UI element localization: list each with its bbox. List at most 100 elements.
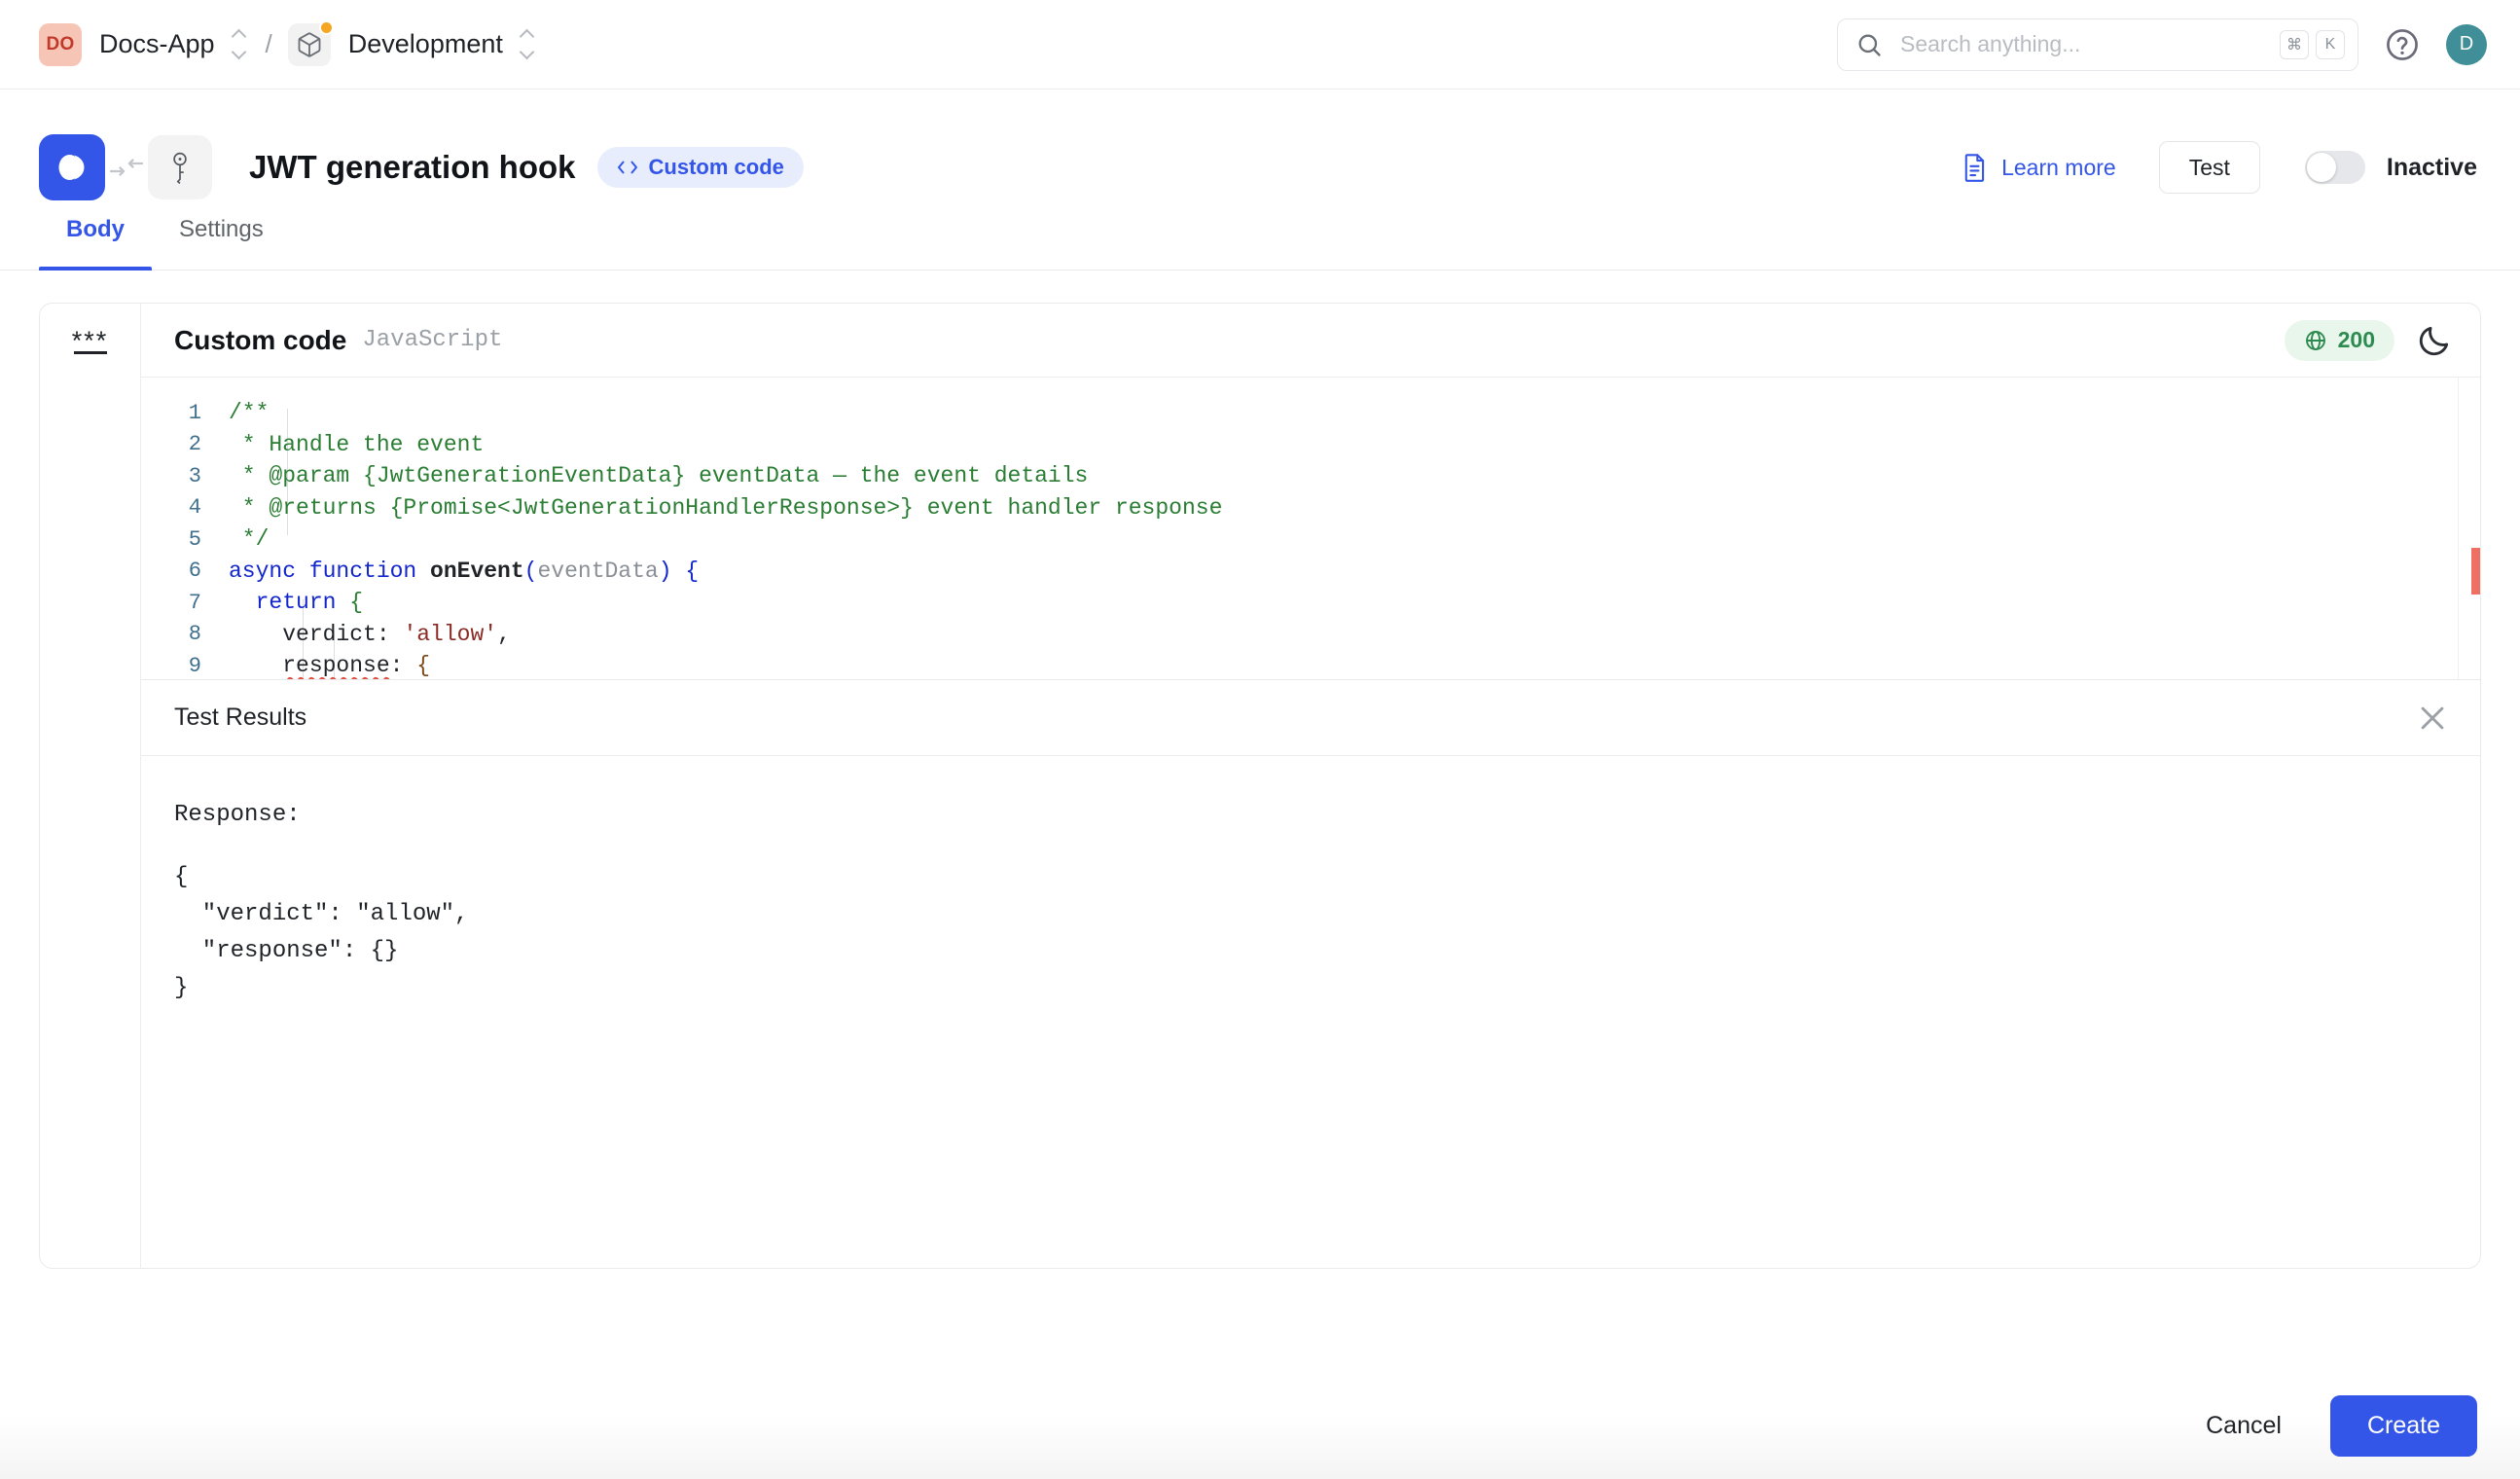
create-button[interactable]: Create (2330, 1395, 2477, 1457)
code-line-text: async function onEvent(eventData) { (229, 559, 699, 584)
line-number: 7 (141, 591, 229, 615)
dark-mode-toggle[interactable] (2416, 322, 2453, 359)
tab-settings[interactable]: Settings (152, 216, 291, 270)
document-icon (1962, 153, 1988, 182)
custom-code-card: *** Custom code JavaScript 200 (39, 303, 2481, 1269)
breadcrumb-project-name[interactable]: Development (348, 29, 503, 59)
globe-icon (2304, 329, 2327, 352)
status-code-label: 200 (2338, 327, 2375, 353)
code-block-header-actions: 200 (2285, 320, 2453, 361)
top-bar: DO Docs-App / Development ⌘ K (0, 0, 2520, 90)
page-header: JWT generation hook Custom code Learn mo… (0, 90, 2520, 195)
auth0-logo-icon (53, 148, 91, 187)
line-number: 2 (141, 432, 229, 456)
code-row: 4 * @returns {Promise<JwtGenerationHandl… (141, 492, 2480, 524)
help-circle-icon (2384, 26, 2421, 63)
line-number: 9 (141, 654, 229, 678)
project-status-dot (319, 20, 334, 35)
line-number: 1 (141, 401, 229, 425)
footer-actions: Cancel Create (0, 1372, 2520, 1479)
code-editor[interactable]: 1/** 2 * Handle the event 3 * @param {Jw… (141, 378, 2480, 679)
page-header-actions: Learn more Test Inactive (1962, 141, 2477, 194)
response-label: Response: (174, 797, 2447, 834)
tab-body[interactable]: Body (39, 216, 152, 270)
line-number: 5 (141, 527, 229, 552)
code-row: 7 return { (141, 587, 2480, 619)
cube-icon (296, 31, 323, 58)
editor-scrollbar-track[interactable] (2458, 378, 2459, 679)
code-row: 3 * @param {JwtGenerationEventData} even… (141, 460, 2480, 492)
code-line-text: * @param {JwtGenerationEventData} eventD… (229, 463, 1088, 488)
project-selector-chevron-icon[interactable] (517, 28, 538, 61)
custom-code-badge-label: Custom code (649, 155, 784, 180)
code-row: 5 */ (141, 523, 2480, 556)
user-avatar[interactable]: D (2446, 24, 2487, 65)
app-logo (39, 134, 105, 200)
line-number: 8 (141, 622, 229, 646)
toggle-knob (2307, 153, 2336, 182)
code-row: 1/** (141, 397, 2480, 429)
org-selector-chevron-icon[interactable] (229, 28, 250, 61)
code-block-title: Custom code (174, 325, 346, 356)
flow-arrows-icon (105, 153, 148, 182)
line-number: 6 (141, 559, 229, 583)
close-test-results-button[interactable] (2416, 702, 2449, 735)
activation-toggle-group: Inactive (2305, 151, 2477, 184)
code-line-text: return { (229, 590, 363, 615)
status-badge: 200 (2285, 320, 2394, 361)
code-lines: 1/** 2 * Handle the event 3 * @param {Jw… (141, 378, 2480, 679)
activation-status-label: Inactive (2387, 154, 2477, 182)
test-button[interactable]: Test (2159, 141, 2260, 194)
code-block-language: JavaScript (362, 327, 502, 353)
close-icon (2416, 702, 2449, 735)
angle-brackets-icon (617, 159, 638, 176)
org-avatar: DO (39, 23, 82, 66)
key-icon (165, 151, 195, 184)
search-icon (1855, 31, 1883, 58)
test-results-panel: Test Results Response: { "verdict": "all… (141, 679, 2480, 1268)
code-block-header: Custom code JavaScript 200 (141, 304, 2480, 378)
kbd-meta: ⌘ (2280, 30, 2309, 59)
learn-more-link[interactable]: Learn more (1962, 153, 2116, 182)
breadcrumb-separator: / (266, 29, 272, 59)
block-menu-icon[interactable]: *** (69, 335, 112, 1268)
search-shortcut: ⌘ K (2280, 30, 2345, 59)
test-results-body: Response: { "verdict": "allow", "respons… (141, 756, 2480, 1007)
test-results-header: Test Results (141, 680, 2480, 756)
custom-code-badge: Custom code (597, 147, 804, 188)
activation-toggle[interactable] (2305, 151, 2365, 184)
code-line-text: */ (229, 526, 269, 552)
code-line-text: response: { (229, 653, 430, 678)
code-row: 9 response: { (141, 650, 2480, 679)
card-gutter: *** (40, 304, 141, 1268)
learn-more-label: Learn more (2001, 155, 2116, 181)
help-button[interactable] (2384, 26, 2421, 63)
code-row: 8 verdict: 'allow', (141, 619, 2480, 651)
cancel-button[interactable]: Cancel (2180, 1398, 2307, 1454)
page-title: JWT generation hook (249, 149, 576, 186)
code-line-text: * @returns {Promise<JwtGenerationHandler… (229, 495, 1222, 521)
test-results-title: Test Results (174, 703, 306, 732)
block-menu-underline (74, 351, 107, 354)
response-json: { "verdict": "allow", "response": {} } (174, 859, 2447, 1007)
card-main: Custom code JavaScript 200 (141, 304, 2480, 1268)
breadcrumb: DO Docs-App / Development (39, 23, 538, 66)
top-bar-actions: ⌘ K D (1837, 18, 2487, 71)
code-line-text: /** (229, 400, 269, 425)
code-line-text: * Handle the event (229, 432, 484, 457)
project-cube-icon (288, 23, 331, 66)
search-input[interactable] (1900, 31, 2280, 57)
code-row: 2 * Handle the event (141, 429, 2480, 461)
code-line-text: verdict: 'allow', (229, 622, 511, 647)
moon-icon (2416, 322, 2453, 359)
search-box[interactable]: ⌘ K (1837, 18, 2358, 71)
code-row: 6 async function onEvent(eventData) { (141, 556, 2480, 588)
line-number: 4 (141, 495, 229, 520)
line-number: 3 (141, 464, 229, 488)
tab-bar: Body Settings (0, 216, 2520, 271)
block-menu-dots: *** (72, 335, 109, 347)
trigger-key-icon-box (148, 135, 212, 199)
kbd-k: K (2316, 30, 2345, 59)
breadcrumb-org-name[interactable]: Docs-App (99, 29, 215, 59)
editor-error-marker[interactable] (2471, 548, 2480, 595)
